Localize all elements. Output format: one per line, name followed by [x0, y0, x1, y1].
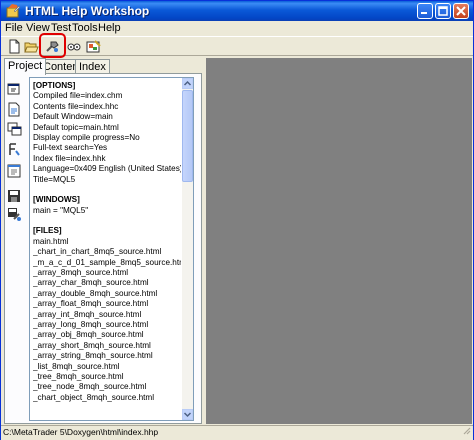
project-line — [33, 216, 181, 226]
project-line: _tree_8mqh_source.html — [33, 371, 124, 381]
project-line: Contents file=index.hhc — [33, 101, 119, 111]
new-file-icon[interactable] — [6, 38, 23, 55]
project-file-text-area[interactable]: [OPTIONS] Compiled file=index.chm Contents… — [29, 77, 194, 421]
project-file-lines: [OPTIONS] Compiled file=index.chm Contents… — [33, 81, 181, 403]
project-line: _chart_object_8mqh_source.html — [33, 392, 155, 402]
add-remove-topic-files-icon[interactable] — [6, 101, 23, 118]
tab-index[interactable]: Index — [75, 59, 110, 74]
save-project-contents-index-compile-icon[interactable] — [6, 206, 23, 223]
project-side-toolbar — [6, 81, 24, 231]
window-title: HTML Help Workshop — [25, 4, 150, 18]
change-options-icon[interactable] — [6, 81, 23, 98]
project-line: Index file=index.hhk — [33, 153, 106, 163]
project-line: _array_long_8mqh_source.html — [33, 319, 149, 329]
scroll-up-button[interactable] — [182, 78, 193, 89]
status-project-path: C:\MetaTrader 5\Doxygen\html\index.hhp — [3, 427, 159, 437]
vertical-scrollbar[interactable] — [182, 78, 193, 420]
project-line: _m_a_c_d_01_sample_8mq5_source.html — [33, 257, 181, 267]
project-line: Title=MQL5 — [33, 174, 76, 184]
project-line: main = "MQL5" — [33, 205, 89, 215]
add-modify-window-definitions-icon[interactable] — [6, 121, 23, 138]
menu-help[interactable]: Help — [98, 22, 121, 34]
workspace-area — [206, 58, 472, 424]
save-project-icon[interactable] — [6, 188, 23, 205]
project-line: Full-text search=Yes — [33, 143, 108, 153]
menu-bar: File View Test Tools Help — [1, 21, 473, 35]
maximize-button[interactable] — [435, 3, 451, 19]
open-folder-icon[interactable] — [23, 38, 40, 55]
project-line: _array_int_8mqh_source.html — [33, 309, 142, 319]
resize-grip-icon[interactable] — [461, 425, 471, 438]
project-line: Display compile progress=No — [33, 132, 140, 142]
project-line — [33, 185, 181, 195]
status-bar: C:\MetaTrader 5\Doxygen\html\index.hhp — [1, 425, 473, 440]
toolbar — [1, 36, 473, 56]
view-compiled-file-icon[interactable] — [65, 38, 82, 55]
html-help-image-editor-icon[interactable] — [85, 38, 102, 55]
project-line: _array_8mqh_source.html — [33, 268, 129, 278]
project-line: _array_float_8mqh_source.html — [33, 299, 149, 309]
section-header: [WINDOWS] — [33, 195, 80, 205]
title-bar[interactable]: HTML Help Workshop — [1, 1, 473, 21]
html-help-workshop-app-icon — [5, 3, 21, 19]
project-line: Default topic=main.html — [33, 122, 119, 132]
project-line: _array_string_8mqh_source.html — [33, 351, 153, 361]
project-line: Default Window=main — [33, 112, 113, 122]
project-line: _array_obj_8mqh_source.html — [33, 330, 144, 340]
compile-button-highlight — [39, 33, 66, 58]
project-line: _list_8mqh_source.html — [33, 361, 120, 371]
project-line: main.html — [33, 236, 69, 246]
html-api-information-icon[interactable] — [6, 141, 23, 158]
scroll-thumb[interactable] — [182, 90, 193, 182]
project-tabs: Project Contents Index — [4, 58, 204, 75]
minimize-button[interactable] — [417, 3, 433, 19]
menu-tools[interactable]: Tools — [72, 22, 98, 34]
close-button[interactable] — [453, 3, 469, 19]
section-header: [OPTIONS] — [33, 81, 76, 90]
tab-project[interactable]: Project — [4, 58, 47, 75]
project-line: _chart_in_chart_8mq5_source.html — [33, 247, 162, 257]
section-header: [FILES] — [33, 226, 62, 236]
view-html-source-icon[interactable] — [6, 163, 23, 180]
app-window: HTML Help Workshop File View Test Tools … — [0, 0, 474, 440]
project-line: _array_short_8mqh_source.html — [33, 340, 151, 350]
project-line: _array_double_8mqh_source.html — [33, 288, 158, 298]
project-line: _tree_node_8mqh_source.html — [33, 382, 147, 392]
menu-file[interactable]: File — [5, 22, 23, 34]
project-line: _array_char_8mqh_source.html — [33, 278, 149, 288]
project-line: Language=0x409 English (United States) — [33, 164, 181, 174]
scroll-down-button[interactable] — [182, 409, 193, 420]
project-line: Compiled file=index.chm — [33, 91, 123, 101]
